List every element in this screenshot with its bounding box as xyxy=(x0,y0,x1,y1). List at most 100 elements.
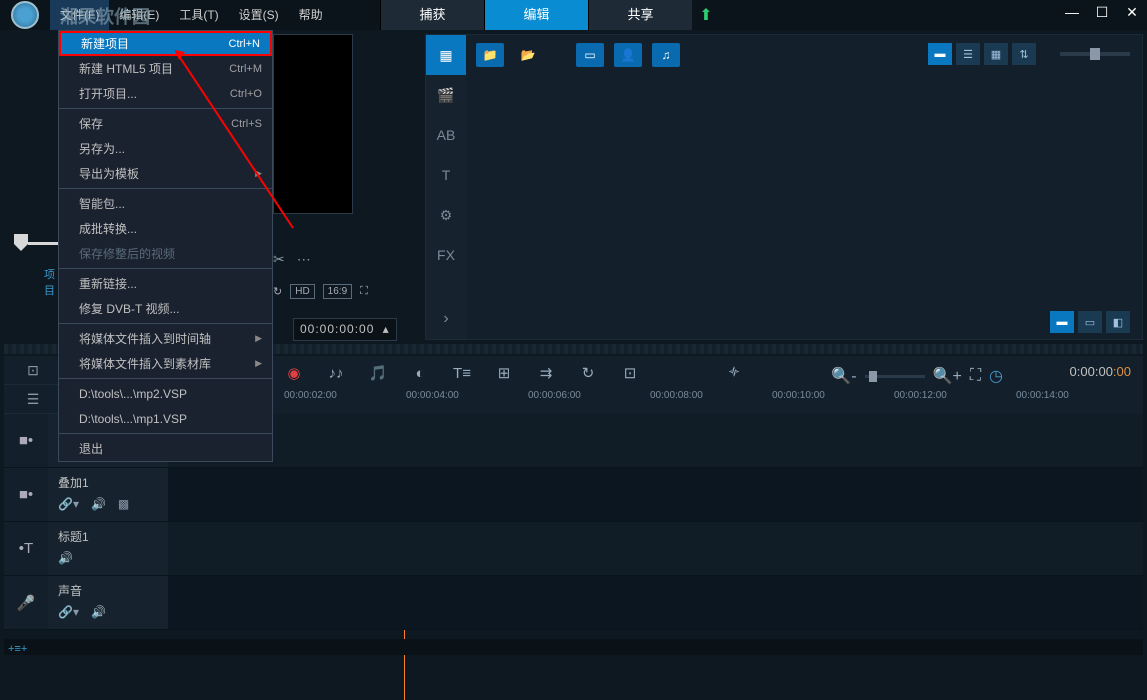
menu-save-as[interactable]: 另存为... xyxy=(59,136,272,161)
lib-text-button[interactable]: T xyxy=(426,155,466,195)
menu-item-label: D:\tools\...\mp2.VSP xyxy=(79,387,187,401)
track-body[interactable] xyxy=(168,576,1143,629)
menu-export-template[interactable]: 导出为模板 ▶ xyxy=(59,161,272,186)
panel-layout-3-button[interactable]: ◧ xyxy=(1106,311,1130,333)
shortcut-label: Ctrl+S xyxy=(231,118,262,130)
menu-relink[interactable]: 重新链接... xyxy=(59,271,272,296)
menu-new-project[interactable]: 新建项目 Ctrl+N xyxy=(59,31,272,56)
track-body[interactable] xyxy=(168,414,1143,467)
panel-layout-2-button[interactable]: ▭ xyxy=(1078,311,1102,333)
menu-settings[interactable]: 设置(S) xyxy=(229,0,289,30)
mode-label[interactable]: 项目 xyxy=(44,266,55,298)
folder-button[interactable]: 📂 xyxy=(514,43,542,67)
lib-ab-button[interactable]: AB xyxy=(426,115,466,155)
marker-button[interactable]: 🟈 xyxy=(724,362,744,384)
link-icon[interactable]: 🔗▾ xyxy=(58,605,79,619)
auto-music-button[interactable]: 🎵 xyxy=(368,364,388,382)
panel-layout-1-button[interactable]: ▬ xyxy=(1050,311,1074,333)
mute-icon[interactable]: 🔊 xyxy=(91,605,106,619)
lib-transition-button[interactable]: ⚙ xyxy=(426,195,466,235)
track-motion-button[interactable]: ⊡ xyxy=(620,364,640,382)
audio-mixer-button[interactable]: ♪♪ xyxy=(326,365,346,382)
filter-audio-button[interactable]: ♫ xyxy=(652,43,680,67)
view-thumbnails-button[interactable]: ▬ xyxy=(928,43,952,65)
menu-edit[interactable]: 编辑(E) xyxy=(109,0,169,30)
menu-help[interactable]: 帮助 xyxy=(289,0,333,30)
track-audio-icon[interactable]: 🎤 xyxy=(4,576,48,629)
zoom-slider[interactable] xyxy=(865,375,925,378)
view-grid-button[interactable]: ▦ xyxy=(984,43,1008,65)
sort-button[interactable]: ⇅ xyxy=(1012,43,1036,65)
video-icon: ▭ xyxy=(584,48,595,62)
record-button[interactable]: ◉ xyxy=(284,364,304,382)
menu-separator xyxy=(59,378,272,379)
timeline-view-button[interactable]: ☰ xyxy=(4,385,62,414)
track-audio-header[interactable]: 声音 🔗▾ 🔊 xyxy=(48,576,168,629)
tab-share[interactable]: 共享 xyxy=(588,0,692,30)
speed-button[interactable]: ⇉ xyxy=(536,364,556,382)
motion-track-button[interactable]: ◐ xyxy=(410,365,430,382)
clock-icon[interactable]: ◷ xyxy=(989,366,1003,386)
preview-timecode[interactable]: 00:00:00:00 ▴ xyxy=(293,318,397,341)
maximize-button[interactable]: ☐ xyxy=(1093,4,1111,21)
thumbnail-size-slider[interactable] xyxy=(1060,52,1130,56)
menu-recent-2[interactable]: D:\tools\...\mp1.VSP xyxy=(59,406,272,431)
timeline-timecode[interactable]: 0:00:00:00 xyxy=(1070,364,1131,380)
lib-expand-button[interactable]: › xyxy=(426,299,466,339)
reverse-button[interactable]: ↻ xyxy=(578,364,598,382)
menu-file[interactable]: 文件(F) xyxy=(50,0,109,30)
track-body[interactable] xyxy=(168,522,1143,575)
link-icon[interactable]: 🔗▾ xyxy=(58,497,79,511)
zoom-in-button[interactable]: 🔍+ xyxy=(933,366,962,386)
scissors-icon[interactable]: ✂ xyxy=(273,251,285,268)
filter-photo-button[interactable]: 👤 xyxy=(614,43,642,67)
add-track-button[interactable]: +≡+ xyxy=(8,643,27,655)
lib-fx-button[interactable]: FX xyxy=(426,235,466,275)
menu-insert-library[interactable]: 将媒体文件插入到素材库 ▶ xyxy=(59,351,272,376)
options-icon[interactable]: ⋯ xyxy=(297,251,311,268)
fx-icon[interactable]: ▩ xyxy=(118,497,129,511)
storyboard-icon: ⊡ xyxy=(27,362,39,379)
add-media-button[interactable]: 📁 xyxy=(476,43,504,67)
layout-icon: ◧ xyxy=(1113,316,1123,329)
track-overlay-header[interactable]: 叠加1 🔗▾ 🔊 ▩ xyxy=(48,468,168,521)
subtitle-button[interactable]: T≡ xyxy=(452,365,472,382)
menu-recent-1[interactable]: D:\tools\...\mp2.VSP xyxy=(59,381,272,406)
storyboard-view-button[interactable]: ⊡ xyxy=(4,356,62,385)
layout-icon: ▭ xyxy=(1085,316,1095,329)
filter-video-button[interactable]: ▭ xyxy=(576,43,604,67)
repeat-icon[interactable]: ↻ xyxy=(273,285,282,298)
multi-trim-button[interactable]: ⊞ xyxy=(494,364,514,382)
shortcut-label: Ctrl+N xyxy=(229,38,260,50)
fit-button[interactable]: ⛶ xyxy=(970,367,981,385)
menu-save[interactable]: 保存 Ctrl+S xyxy=(59,111,272,136)
track-video-icon[interactable]: ■• xyxy=(4,414,48,467)
menu-new-html5[interactable]: 新建 HTML5 项目 Ctrl+M xyxy=(59,56,272,81)
mute-icon[interactable]: 🔊 xyxy=(91,497,106,511)
upload-icon[interactable]: ⬆ xyxy=(692,0,720,30)
tab-capture[interactable]: 捕获 xyxy=(380,0,484,30)
zoom-out-button[interactable]: 🔍- xyxy=(831,366,856,386)
track-title-header[interactable]: 标题1 🔊 xyxy=(48,522,168,575)
track-title-icon[interactable]: •T xyxy=(4,522,48,575)
lib-media-button[interactable]: ▦ xyxy=(426,35,466,75)
expand-icon[interactable]: ⛶ xyxy=(360,285,368,298)
close-button[interactable]: ✕ xyxy=(1123,4,1141,21)
track-body[interactable] xyxy=(168,468,1143,521)
menu-tools[interactable]: 工具(T) xyxy=(169,0,228,30)
menu-exit[interactable]: 退出 xyxy=(59,436,272,461)
view-list-button[interactable]: ☰ xyxy=(956,43,980,65)
mute-icon[interactable]: 🔊 xyxy=(58,551,73,565)
menu-smart-pack[interactable]: 智能包... xyxy=(59,191,272,216)
menu-item-label: 重新链接... xyxy=(79,275,137,292)
menu-open-project[interactable]: 打开项目... Ctrl+O xyxy=(59,81,272,106)
track-overlay-icon[interactable]: ■• xyxy=(4,468,48,521)
sort-icon: ⇅ xyxy=(1019,48,1028,61)
menu-repair-dvbt[interactable]: 修复 DVB-T 视频... xyxy=(59,296,272,321)
menu-insert-timeline[interactable]: 将媒体文件插入到时间轴 ▶ xyxy=(59,326,272,351)
tab-edit[interactable]: 编辑 xyxy=(484,0,588,30)
lib-motion-button[interactable]: 🎬 xyxy=(426,75,466,115)
minimize-button[interactable]: — xyxy=(1063,4,1081,21)
timeline-ruler[interactable]: 00:00:02:0000:00:04:0000:00:06:0000:00:0… xyxy=(284,390,1135,412)
menu-batch-convert[interactable]: 成批转换... xyxy=(59,216,272,241)
